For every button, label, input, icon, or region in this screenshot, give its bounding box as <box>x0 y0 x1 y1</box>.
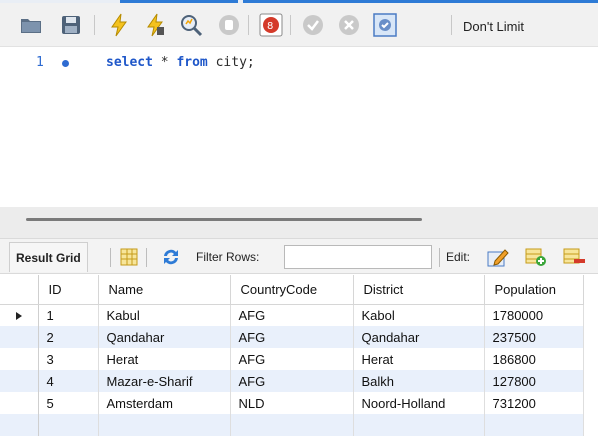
toolbar-separator <box>110 248 111 267</box>
workbench-sql-editor: 8 Don't Limit 1 select * from city; Resu… <box>0 0 598 439</box>
result-table: ID Name CountryCode District Population … <box>0 275 584 436</box>
column-header-district[interactable]: District <box>353 275 485 305</box>
cell-name[interactable]: Mazar-e-Sharif <box>98 370 231 392</box>
row-header <box>0 348 39 370</box>
cell-population[interactable]: 127800 <box>484 370 584 392</box>
row-pointer-icon <box>15 311 22 320</box>
open-folder-icon[interactable] <box>18 12 44 38</box>
cell-countrycode[interactable]: AFG <box>230 348 354 370</box>
cell-id[interactable]: 4 <box>38 370 99 392</box>
line-number: 1 <box>36 55 44 70</box>
current-row-indicator <box>0 304 39 326</box>
table-row[interactable] <box>0 414 584 436</box>
result-grid[interactable]: ID Name CountryCode District Population … <box>0 275 598 439</box>
table-row[interactable]: 5 Amsterdam NLD Noord-Holland 731200 <box>0 392 584 414</box>
cell-district[interactable]: Noord-Holland <box>353 392 485 414</box>
row-header-corner <box>0 275 39 305</box>
commit-icon[interactable] <box>300 12 326 38</box>
delete-row-icon[interactable] <box>563 246 585 268</box>
cell-countrycode[interactable]: NLD <box>230 392 354 414</box>
sql-toolbar: 8 Don't Limit <box>0 3 598 47</box>
toolbar-separator <box>451 15 452 35</box>
editor-horizontal-scrollbar[interactable] <box>0 207 598 238</box>
cell-population[interactable]: 731200 <box>484 392 584 414</box>
edit-row-icon[interactable] <box>487 246 509 268</box>
cell-district[interactable]: Kabol <box>353 304 485 326</box>
cell-district[interactable]: Qandahar <box>353 326 485 348</box>
cell-name[interactable]: Kabul <box>98 304 231 326</box>
toolbar-separator <box>290 15 291 35</box>
explain-icon[interactable] <box>178 12 204 38</box>
grid-view-icon[interactable] <box>118 246 140 268</box>
column-header-countrycode[interactable]: CountryCode <box>230 275 354 305</box>
column-header-population[interactable]: Population <box>484 275 584 305</box>
sql-code-line[interactable]: select * from city; <box>106 55 255 70</box>
cell-name[interactable]: Amsterdam <box>98 392 231 414</box>
column-header-id[interactable]: ID <box>38 275 99 305</box>
cell-id[interactable]: 2 <box>38 326 99 348</box>
scrollbar-thumb[interactable] <box>26 218 422 221</box>
toolbar-separator <box>439 248 440 267</box>
row-header <box>0 370 39 392</box>
sql-editor[interactable]: 1 select * from city; <box>0 47 598 207</box>
header-row: ID Name CountryCode District Population <box>0 275 584 305</box>
add-row-icon[interactable] <box>525 246 547 268</box>
sql-keyword: from <box>176 55 208 70</box>
cell-population[interactable]: 186800 <box>484 348 584 370</box>
execute-current-icon[interactable] <box>142 12 168 38</box>
rollback-icon[interactable] <box>336 12 362 38</box>
sql-keyword: select <box>106 55 153 70</box>
svg-text:8: 8 <box>267 21 273 32</box>
table-row[interactable]: 2 Qandahar AFG Qandahar 237500 <box>0 326 584 348</box>
row-limit-select[interactable]: Don't Limit <box>463 19 524 34</box>
sql-text: city; <box>207 55 255 70</box>
stop-icon[interactable] <box>216 12 242 38</box>
filter-rows-input[interactable] <box>284 245 432 269</box>
save-icon[interactable] <box>58 12 84 38</box>
sql-text: * <box>152 55 177 70</box>
toolbar-separator <box>146 248 147 267</box>
cell-name[interactable]: Herat <box>98 348 231 370</box>
table-row[interactable]: 4 Mazar-e-Sharif AFG Balkh 127800 <box>0 370 584 392</box>
cell-population[interactable]: 1780000 <box>484 304 584 326</box>
table-row[interactable]: 3 Herat AFG Herat 186800 <box>0 348 584 370</box>
refresh-icon[interactable] <box>160 246 182 268</box>
cell-countrycode[interactable]: AFG <box>230 326 354 348</box>
cell-countrycode[interactable]: AFG <box>230 304 354 326</box>
toolbar-separator <box>94 15 95 35</box>
row-header <box>0 392 39 414</box>
cell-id[interactable]: 3 <box>38 348 99 370</box>
cell-population[interactable]: 237500 <box>484 326 584 348</box>
row-header <box>0 326 39 348</box>
autocommit-icon[interactable] <box>372 12 398 38</box>
execute-icon[interactable] <box>106 12 132 38</box>
cell-id[interactable]: 1 <box>38 304 99 326</box>
cell-name[interactable]: Qandahar <box>98 326 231 348</box>
cell-id[interactable]: 5 <box>38 392 99 414</box>
statement-marker-icon <box>62 60 69 67</box>
cell-district[interactable]: Balkh <box>353 370 485 392</box>
result-toolbar: Result Grid Filter Rows: Edit: <box>0 238 598 274</box>
cell-district[interactable]: Herat <box>353 348 485 370</box>
column-header-name[interactable]: Name <box>98 275 231 305</box>
result-grid-tab[interactable]: Result Grid <box>9 242 88 272</box>
filter-rows-label: Filter Rows: <box>196 250 260 264</box>
table-row[interactable]: 1 Kabul AFG Kabol 1780000 <box>0 304 584 326</box>
toolbar-separator <box>248 15 249 35</box>
toggle-continue-on-error-icon[interactable]: 8 <box>258 12 284 38</box>
row-header <box>0 414 39 436</box>
edit-label: Edit: <box>446 250 471 264</box>
cell-countrycode[interactable]: AFG <box>230 370 354 392</box>
